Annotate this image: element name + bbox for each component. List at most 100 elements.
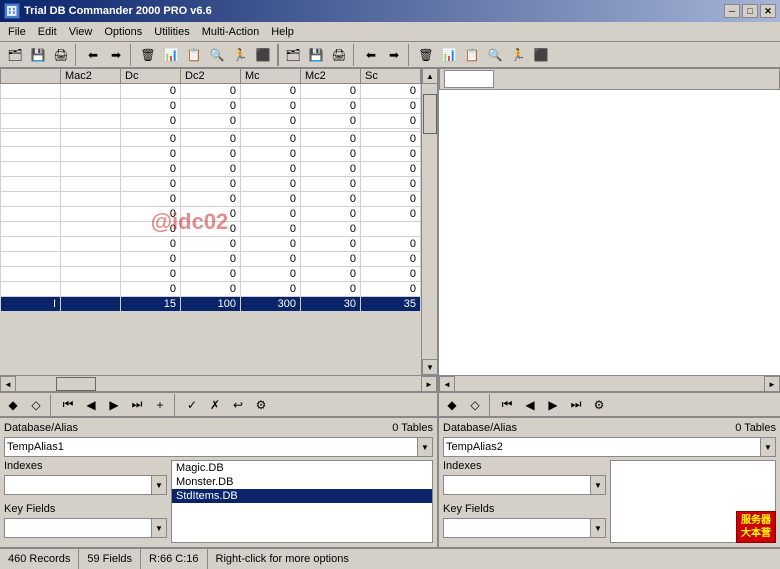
tb-delete[interactable]: 🗑 [137, 44, 159, 66]
left-indexes-arrow[interactable]: ▼ [151, 475, 167, 495]
menu-view[interactable]: View [63, 24, 99, 40]
table-cell[interactable]: 0 [301, 147, 361, 162]
table-cell[interactable]: 0 [181, 267, 241, 282]
table-cell[interactable]: 0 [361, 267, 421, 282]
table-cell[interactable]: 0 [361, 162, 421, 177]
right-scrollbar-h[interactable]: ◄ ► [439, 375, 780, 391]
rbt-first[interactable]: ⏮ [496, 394, 518, 416]
left-scrollbar-v[interactable]: ▲ ▼ [421, 68, 437, 375]
scroll-track[interactable] [422, 84, 437, 359]
table-row[interactable]: 00000 [1, 177, 421, 192]
table-cell[interactable]: 0 [361, 84, 421, 99]
right-indexes-arrow[interactable]: ▼ [590, 475, 606, 495]
table-cell[interactable]: 0 [121, 99, 181, 114]
table-cell[interactable] [61, 162, 121, 177]
right-alias-arrow[interactable]: ▼ [760, 437, 776, 457]
right-scroll-right[interactable]: ► [764, 376, 780, 392]
menu-file[interactable]: File [2, 24, 32, 40]
db-list-item[interactable]: StdItems.DB [172, 489, 432, 503]
left-table-scroll[interactable]: Mac2 Dc Dc2 Mc Mc2 Sc 000000000000000000… [0, 68, 421, 375]
left-keyfields-input[interactable] [4, 518, 151, 538]
menu-multi-action[interactable]: Multi-Action [196, 24, 265, 40]
db-list-item[interactable]: Monster.DB [172, 475, 432, 489]
tb-print[interactable]: 🖨 [50, 44, 72, 66]
table-row[interactable]: 00000 [1, 114, 421, 129]
table-cell[interactable]: 0 [241, 177, 301, 192]
table-cell[interactable]: 0 [241, 84, 301, 99]
rbt-diamond2[interactable]: ◇ [464, 394, 486, 416]
col-dc[interactable]: Dc [121, 69, 181, 84]
right-indexes-input[interactable] [443, 475, 590, 495]
table-cell[interactable]: 0 [241, 282, 301, 297]
table-cell[interactable]: 0 [361, 132, 421, 147]
table-cell[interactable]: 0 [181, 99, 241, 114]
scroll-left-btn[interactable]: ◄ [0, 376, 16, 392]
rbt-diamond1[interactable]: ◆ [441, 394, 463, 416]
table-cell[interactable]: 0 [301, 222, 361, 237]
table-cell[interactable]: 0 [181, 114, 241, 129]
table-cell[interactable]: 0 [181, 282, 241, 297]
menu-options[interactable]: Options [98, 24, 148, 40]
tb-copy[interactable]: 📋 [183, 44, 205, 66]
table-cell[interactable]: 0 [181, 222, 241, 237]
table-cell[interactable]: 0 [121, 237, 181, 252]
table-cell[interactable]: 0 [301, 162, 361, 177]
tb-open[interactable]: 🗂 [4, 44, 26, 66]
table-cell-selected[interactable]: 30 [301, 297, 361, 312]
table-cell[interactable]: 0 [301, 282, 361, 297]
table-cell[interactable]: 0 [121, 147, 181, 162]
table-cell[interactable]: 0 [301, 114, 361, 129]
col-mc2[interactable]: Mc2 [301, 69, 361, 84]
table-cell[interactable]: 0 [181, 192, 241, 207]
table-cell[interactable]: 0 [241, 237, 301, 252]
tb-r-copy[interactable]: 📋 [461, 44, 483, 66]
scroll-up-btn[interactable]: ▲ [422, 68, 437, 84]
bt-diamond2[interactable]: ◇ [25, 394, 47, 416]
tb-r-save[interactable]: 💾 [305, 44, 327, 66]
menu-utilities[interactable]: Utilities [148, 24, 195, 40]
scroll-down-btn[interactable]: ▼ [422, 359, 437, 375]
bt-first[interactable]: ⏮ [57, 394, 79, 416]
table-cell[interactable]: 0 [361, 207, 421, 222]
minimize-button[interactable]: ─ [724, 4, 740, 18]
right-scroll-track[interactable] [455, 376, 764, 391]
menu-edit[interactable]: Edit [32, 24, 63, 40]
close-button[interactable]: ✕ [760, 4, 776, 18]
table-cell[interactable] [61, 132, 121, 147]
table-cell[interactable]: 0 [301, 99, 361, 114]
col-sc[interactable]: Sc [361, 69, 421, 84]
table-cell[interactable]: 0 [301, 84, 361, 99]
table-row[interactable]: 00000 [1, 207, 421, 222]
table-cell[interactable]: 0 [241, 192, 301, 207]
table-row[interactable]: 00000 [1, 192, 421, 207]
table-cell[interactable]: 0 [181, 132, 241, 147]
db-list-item[interactable]: Magic.DB [172, 461, 432, 475]
table-cell[interactable]: 0 [301, 252, 361, 267]
table-cell[interactable]: 0 [181, 177, 241, 192]
table-cell[interactable]: 0 [121, 207, 181, 222]
table-cell[interactable]: 0 [121, 282, 181, 297]
tb-r-chart[interactable]: 📊 [438, 44, 460, 66]
table-cell[interactable] [61, 237, 121, 252]
table-cell[interactable]: 0 [181, 252, 241, 267]
table-cell[interactable]: 0 [301, 192, 361, 207]
bt-check[interactable]: ✓ [181, 394, 203, 416]
right-keyfields-arrow[interactable]: ▼ [590, 518, 606, 538]
rbt-next[interactable]: ▶ [542, 394, 564, 416]
tb-run[interactable]: 🏃 [229, 44, 251, 66]
table-cell[interactable]: 0 [301, 237, 361, 252]
tb-back[interactable]: ⬅ [82, 44, 104, 66]
tb-r-run[interactable]: 🏃 [507, 44, 529, 66]
table-row[interactable]: 00000 [1, 132, 421, 147]
col-mc[interactable]: Mc [241, 69, 301, 84]
tb-chart[interactable]: 📊 [160, 44, 182, 66]
table-cell[interactable]: 0 [121, 177, 181, 192]
table-cell[interactable]: 0 [121, 222, 181, 237]
rbt-prev[interactable]: ◀ [519, 394, 541, 416]
table-cell[interactable] [61, 99, 121, 114]
table-cell-selected[interactable]: 35 [361, 297, 421, 312]
table-cell[interactable] [361, 222, 421, 237]
left-alias-input[interactable] [4, 437, 417, 457]
table-cell[interactable]: 0 [361, 192, 421, 207]
table-row[interactable]: 0000 [1, 222, 421, 237]
